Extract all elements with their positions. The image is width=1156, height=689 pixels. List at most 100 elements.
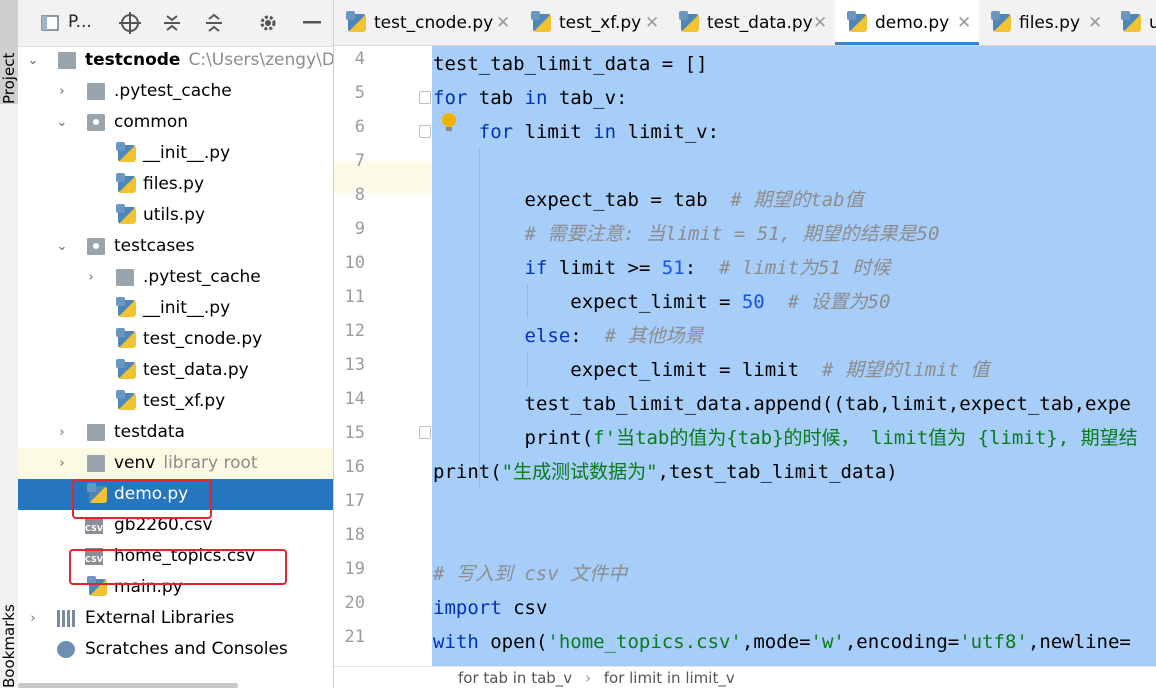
highlight-box-demo: [72, 479, 212, 519]
code-line: else: # 其他场景: [524, 325, 704, 347]
code-line: for limit in limit_v:: [478, 121, 720, 143]
tree-item-label: files.py: [143, 174, 205, 194]
code-line: # 需要注意: 当limit = 51, 期望的结果是50: [524, 223, 940, 245]
project-tool-tab[interactable]: Project: [0, 0, 18, 104]
line-number: 6: [354, 117, 365, 137]
tree-item-test-data[interactable]: test_data.py: [18, 355, 333, 386]
fold-marker-icon[interactable]: [419, 125, 431, 138]
close-icon[interactable]: ✕: [645, 0, 659, 45]
python-file-icon: [116, 328, 136, 348]
tree-item-files[interactable]: files.py: [18, 169, 333, 200]
python-file-icon: [116, 359, 136, 379]
folder-icon: [87, 455, 105, 472]
chevron-right-icon[interactable]: ›: [55, 448, 69, 479]
editor-gutter[interactable]: 4 5 6 7 8 9 10 11 12 13 14 15 16 17 18 1…: [334, 46, 432, 666]
tree-item-label: __init__.py: [143, 298, 231, 318]
code-line: expect_tab = tab # 期望的tab值: [433, 189, 864, 211]
expand-all-icon[interactable]: [160, 11, 184, 35]
tab-demo[interactable]: demo.py ✕: [835, 0, 979, 45]
code-line: with open('home_topics.csv',mode='w',enc…: [433, 631, 1131, 653]
tree-item-scratches[interactable]: Scratches and Consoles: [18, 634, 333, 665]
editor-tabs: test_cnode.py ✕ test_xf.py ✕ test_data.p…: [334, 0, 1156, 46]
tree-item-label: .pytest_cache: [114, 81, 232, 101]
fold-marker-icon[interactable]: [419, 426, 431, 439]
tree-item-venv[interactable]: › venv library root: [18, 448, 333, 479]
tab-files[interactable]: files.py ✕: [979, 0, 1109, 45]
tree-item-path-hint: C:\Users\zengy\Des: [188, 50, 334, 70]
folder-icon: [58, 52, 76, 69]
chevron-right-icon[interactable]: ›: [55, 76, 69, 107]
fold-marker-icon[interactable]: [419, 91, 431, 104]
line-number: 9: [354, 219, 365, 239]
tab-test-cnode[interactable]: test_cnode.py ✕: [334, 0, 519, 45]
tree-item-testcases[interactable]: ⌄ testcases: [18, 231, 333, 262]
line-number: 14: [344, 389, 365, 409]
tree-item-testcases-pytest-cache[interactable]: › .pytest_cache: [18, 262, 333, 293]
tree-item-common[interactable]: ⌄ common: [18, 107, 333, 138]
tree-item-testdata[interactable]: › testdata: [18, 417, 333, 448]
tree-item-test-xf[interactable]: test_xf.py: [18, 386, 333, 417]
bookmarks-tool-tab[interactable]: Bookmarks: [0, 600, 18, 688]
tab-label: demo.py: [875, 13, 950, 33]
code-editor[interactable]: test_tab_limit_data = [] for tab in tab_…: [432, 46, 1156, 666]
close-icon[interactable]: ✕: [813, 0, 827, 45]
code-line: expect_limit = 50 # 设置为50: [433, 291, 891, 313]
chevron-down-icon[interactable]: ⌄: [26, 45, 40, 76]
chevron-right-icon[interactable]: ›: [55, 417, 69, 448]
tool-window-stripe: Project Bookmarks: [0, 0, 19, 688]
tree-item-label: testdata: [114, 422, 185, 442]
tab-label: u: [1149, 0, 1156, 45]
python-file-icon: [531, 11, 551, 32]
python-file-icon: [116, 204, 136, 224]
libraries-icon: [57, 610, 77, 627]
package-icon: [87, 238, 105, 255]
code-line: test_tab_limit_data.append((tab,limit,ex…: [433, 393, 1131, 415]
tree-item-common-init[interactable]: __init__.py: [18, 138, 333, 169]
breadcrumb-item[interactable]: for limit in limit_v: [604, 669, 735, 687]
code-line: print("生成测试数据为",test_tab_limit_data): [433, 461, 898, 483]
line-number: 20: [344, 593, 365, 613]
csv-file-icon: CSV: [85, 517, 103, 534]
breadcrumb-separator: ›: [584, 669, 591, 687]
chevron-down-icon[interactable]: ⌄: [55, 107, 69, 138]
tree-item-testcnode[interactable]: ⌄ testcnode C:\Users\zengy\Des: [18, 45, 333, 76]
project-panel: P... ⌄ testcnode C:\Users\zengy\Des › .py…: [18, 0, 334, 688]
python-file-icon: [679, 11, 699, 32]
chevron-right-icon[interactable]: ›: [84, 262, 98, 293]
tree-item-label: test_xf.py: [143, 391, 226, 411]
line-number: 16: [344, 457, 365, 477]
close-icon[interactable]: ✕: [1088, 0, 1102, 45]
tree-item-label: testcnode: [85, 50, 181, 70]
breadcrumb: for tab in tab_v › for limit in limit_v: [334, 666, 1156, 689]
horizontal-scrollbar[interactable]: [18, 683, 238, 688]
tree-item-utils[interactable]: utils.py: [18, 200, 333, 231]
tree-item-label: External Libraries: [85, 608, 235, 628]
python-file-icon: [116, 142, 136, 162]
chevron-down-icon[interactable]: ⌄: [55, 231, 69, 262]
tab-test-data[interactable]: test_data.py ✕: [667, 0, 835, 45]
tree-item-label: venv: [114, 453, 156, 473]
breadcrumb-item[interactable]: for tab in tab_v: [458, 669, 572, 687]
line-number: 19: [344, 559, 365, 579]
locate-icon[interactable]: [118, 11, 142, 35]
tree-item-test-cnode[interactable]: test_cnode.py: [18, 324, 333, 355]
tree-item-pytest-cache[interactable]: › .pytest_cache: [18, 76, 333, 107]
code-line: for tab in tab_v:: [433, 87, 628, 109]
tab-test-xf[interactable]: test_xf.py ✕: [519, 0, 667, 45]
line-number: 21: [344, 627, 365, 647]
tree-item-external-libraries[interactable]: › External Libraries: [18, 603, 333, 634]
tree-item-label: utils.py: [143, 205, 205, 225]
package-icon: [87, 114, 105, 131]
close-icon[interactable]: ✕: [957, 0, 971, 45]
chevron-right-icon[interactable]: ›: [26, 603, 40, 634]
project-view-title[interactable]: P...: [68, 12, 92, 32]
collapse-all-icon[interactable]: [202, 11, 226, 35]
gear-icon[interactable]: [256, 11, 280, 35]
project-view-icon[interactable]: [38, 11, 62, 35]
python-file-icon: [116, 173, 136, 193]
close-icon[interactable]: ✕: [496, 0, 510, 45]
folder-icon: [116, 269, 134, 286]
tab-utils[interactable]: u: [1109, 0, 1156, 45]
minimize-icon[interactable]: [300, 11, 324, 35]
tree-item-testcases-init[interactable]: __init__.py: [18, 293, 333, 324]
